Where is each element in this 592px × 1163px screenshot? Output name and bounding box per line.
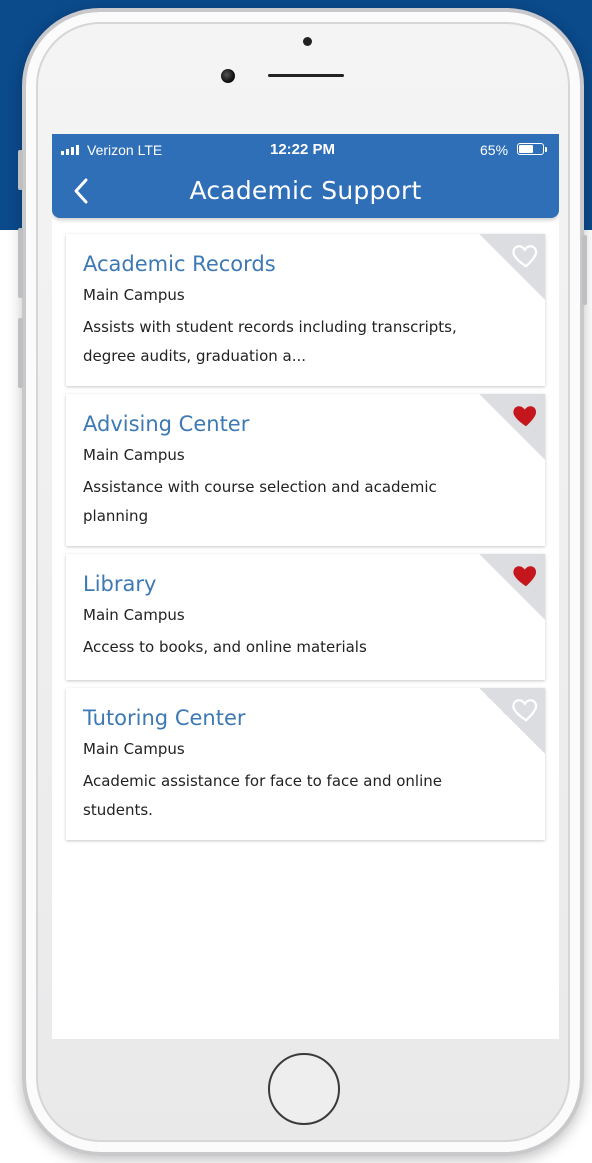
front-camera [221, 69, 235, 83]
card-title[interactable]: Library [83, 572, 156, 596]
card-title[interactable]: Tutoring Center [83, 706, 246, 730]
favorite-toggle[interactable] [511, 694, 541, 724]
favorite-toggle[interactable] [511, 240, 541, 270]
battery-percent: 65% [480, 142, 509, 158]
list-item[interactable]: Tutoring Center Main Campus Academic ass… [66, 688, 545, 840]
heart-outline-icon [512, 245, 538, 268]
app-screen: Verizon LTE 12:22 PM 65% Academic Suppor… [52, 134, 559, 1039]
list-item[interactable]: Academic Records Main Campus Assists wit… [66, 234, 545, 386]
power-button [582, 235, 587, 305]
list-item[interactable]: Library Main Campus Access to books, and… [66, 554, 545, 680]
card-campus: Main Campus [83, 446, 185, 464]
heart-outline-icon [512, 699, 538, 722]
volume-down-button [18, 318, 23, 388]
favorite-toggle[interactable] [511, 400, 541, 430]
card-campus: Main Campus [83, 286, 185, 304]
volume-up-button [18, 228, 23, 298]
mute-switch [18, 150, 23, 190]
earpiece-speaker [268, 74, 344, 77]
clock: 12:22 PM [270, 141, 336, 158]
card-description: Academic assistance for face to face and… [83, 772, 443, 819]
status-bar: Verizon LTE 12:22 PM 65% [52, 134, 559, 164]
app-header: Verizon LTE 12:22 PM 65% Academic Suppor… [52, 134, 559, 218]
card-campus: Main Campus [83, 606, 185, 624]
card-description: Access to books, and online materials [83, 638, 367, 656]
card-title[interactable]: Academic Records [83, 252, 276, 276]
list-item[interactable]: Advising Center Main Campus Assistance w… [66, 394, 545, 546]
card-campus: Main Campus [83, 740, 185, 758]
signal-strength-icon [61, 145, 79, 155]
home-button[interactable] [268, 1053, 340, 1125]
card-title[interactable]: Advising Center [83, 412, 249, 436]
heart-filled-icon [513, 406, 537, 427]
heart-filled-icon [513, 566, 537, 587]
card-description: Assists with student records including t… [83, 318, 457, 365]
proximity-sensor [303, 37, 312, 46]
support-list: Academic Records Main Campus Assists wit… [66, 234, 545, 848]
favorite-toggle[interactable] [511, 560, 541, 590]
battery-icon [517, 143, 544, 155]
battery-tip [545, 147, 547, 152]
page-title: Academic Support [189, 176, 422, 205]
card-description: Assistance with course selection and aca… [83, 478, 437, 525]
carrier-label: Verizon LTE [87, 142, 163, 158]
